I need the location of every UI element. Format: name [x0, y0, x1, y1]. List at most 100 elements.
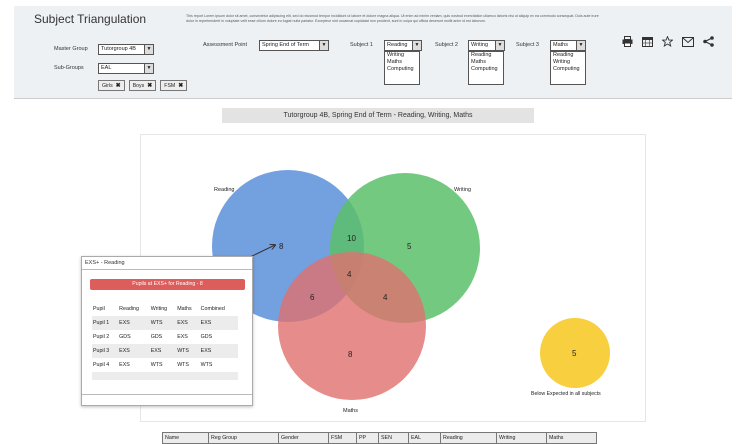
column-header: Reading — [119, 306, 139, 312]
reading-writing-count[interactable]: 10 — [347, 234, 356, 243]
column-header[interactable]: Reg Group — [208, 432, 279, 444]
sub-groups-label: Sub-Groups — [54, 65, 84, 71]
column-header[interactable]: SEN — [378, 432, 409, 444]
column-header: Pupil — [93, 306, 105, 312]
chip-girls[interactable]: Girls ✖ — [98, 80, 125, 91]
sub-groups-value: EAL — [101, 65, 112, 71]
assessment-point-label: Assessment Point — [203, 42, 248, 48]
sub-group-chips: Girls ✖ Boys ✖ FSM ✖ — [98, 80, 188, 91]
option[interactable]: Writing — [553, 59, 583, 66]
table-cell: Pupil 1 — [92, 316, 119, 330]
table-row[interactable]: Pupil 1 EXS WTS EXS EXS — [92, 316, 238, 330]
option[interactable]: Maths — [471, 59, 501, 66]
reading-circle-label: Reading — [214, 187, 235, 193]
maths-only-count[interactable]: 8 — [348, 350, 353, 359]
table-cell: WTS — [176, 344, 200, 358]
pupil-list-header: Name Reg Group Gender FSM PP SEN EAL Rea… — [162, 432, 597, 444]
print-icon[interactable] — [622, 36, 633, 50]
subject1-options[interactable]: Writing Maths Computing — [384, 51, 420, 85]
table-cell: GDS — [150, 334, 163, 340]
subject3-options[interactable]: Reading Writing Computing — [550, 51, 586, 85]
table-cell: EXS — [199, 316, 238, 330]
chevron-down-icon: ▼ — [144, 45, 153, 54]
column-header[interactable]: Name — [162, 432, 209, 444]
subject1-select[interactable]: Reading ▼ — [384, 40, 422, 51]
mail-icon[interactable] — [682, 36, 694, 50]
below-expected-count[interactable]: 5 — [572, 349, 577, 358]
subject2-options[interactable]: Reading Maths Computing — [468, 51, 504, 85]
remove-icon[interactable]: ✖ — [178, 82, 183, 89]
column-header[interactable]: Reading — [440, 432, 497, 444]
option[interactable]: Computing — [471, 66, 501, 73]
star-icon[interactable] — [661, 35, 674, 50]
subject1-label: Subject 1 — [350, 42, 373, 48]
column-header[interactable]: Maths — [546, 432, 597, 444]
calendar-icon[interactable] — [642, 36, 653, 50]
table-cell: EXS — [118, 344, 150, 358]
chip-label: Girls — [102, 82, 113, 89]
maths-circle[interactable] — [278, 252, 426, 400]
table-cell: Pupil 2 — [93, 334, 110, 340]
venn-caption: Tutorgroup 4B, Spring End of Term - Read… — [222, 108, 534, 123]
sub-groups-select[interactable]: EAL ▼ — [98, 63, 154, 74]
chip-boys[interactable]: Boys ✖ — [128, 80, 157, 91]
chip-label: FSM — [164, 82, 176, 89]
table-cell: WTS — [200, 362, 213, 368]
master-group-label: Master Group — [54, 46, 88, 52]
all-three-count[interactable]: 4 — [347, 270, 352, 279]
page-title: Subject Triangulation — [34, 12, 147, 26]
assessment-point-value: Spring End of Term — [262, 42, 309, 48]
report-description: This report Lorem ipsum dolor sit amet, … — [186, 14, 599, 23]
option[interactable]: Computing — [387, 66, 417, 73]
table-header-row: Name Reg Group Gender FSM PP SEN EAL Rea… — [162, 432, 597, 444]
column-header[interactable]: PP — [356, 432, 379, 444]
column-header[interactable]: EAL — [408, 432, 441, 444]
below-expected-label: Below Expected in all subjects — [531, 391, 601, 397]
subject2-value: Writing — [471, 42, 489, 48]
column-header[interactable]: FSM — [328, 432, 357, 444]
subject2-select[interactable]: Writing ▼ — [468, 40, 505, 51]
table-cell: EXS — [118, 316, 150, 330]
option[interactable]: Computing — [553, 66, 583, 73]
master-group-select[interactable]: Tutorgroup 4B ▼ — [98, 44, 154, 55]
option[interactable]: Writing — [387, 52, 417, 59]
chip-label: Boys — [132, 82, 145, 89]
popup-title: EXS+ - Reading — [85, 260, 125, 266]
column-header: Writing — [150, 306, 168, 312]
remove-icon[interactable]: ✖ — [116, 82, 121, 89]
chevron-down-icon: ▼ — [144, 64, 153, 73]
table-cell: Pupil 4 — [93, 362, 110, 368]
table-row[interactable]: Pupil 4 EXS WTS WTS WTS — [92, 358, 238, 372]
option[interactable]: Reading — [553, 52, 583, 59]
table-cell: GDS — [200, 334, 213, 340]
table-row[interactable]: Pupil 2 GDS GDS EXS GDS — [92, 330, 238, 344]
subject2-label: Subject 2 — [435, 42, 458, 48]
subject3-select[interactable]: Maths ▼ — [550, 40, 586, 51]
popup-footer-divider — [82, 394, 252, 395]
chevron-down-icon: ▼ — [576, 41, 585, 50]
maths-circle-label: Maths — [343, 408, 358, 414]
pupil-table: Pupil Reading Writing Maths Combined Pup… — [92, 302, 238, 380]
table-cell: WTS — [177, 362, 189, 368]
column-header[interactable]: Gender — [278, 432, 329, 444]
writing-only-count[interactable]: 5 — [407, 242, 412, 251]
table-row — [92, 372, 238, 380]
drilldown-popup: EXS+ - Reading Pupils at EXS+ for Readin… — [81, 256, 253, 406]
reading-maths-count[interactable]: 6 — [310, 293, 315, 302]
writing-circle-label: Writing — [454, 187, 471, 193]
table-row[interactable]: Pupil 3 EXS EXS WTS EXS — [92, 344, 238, 358]
share-icon[interactable] — [703, 36, 714, 50]
chip-fsm[interactable]: FSM ✖ — [160, 80, 188, 91]
column-header: Combined — [200, 306, 225, 312]
option[interactable]: Maths — [387, 59, 417, 66]
table-cell: WTS — [150, 362, 163, 368]
option[interactable]: Reading — [471, 52, 501, 59]
reading-only-count[interactable]: 8 — [279, 242, 284, 251]
remove-icon[interactable]: ✖ — [147, 82, 152, 89]
writing-maths-count[interactable]: 4 — [383, 293, 388, 302]
table-cell: Pupil 3 — [92, 344, 119, 358]
table-cell: GDS — [119, 334, 131, 340]
assessment-point-select[interactable]: Spring End of Term ▼ — [259, 40, 329, 51]
column-header[interactable]: Writing — [496, 432, 547, 444]
popup-title-divider — [82, 269, 252, 270]
